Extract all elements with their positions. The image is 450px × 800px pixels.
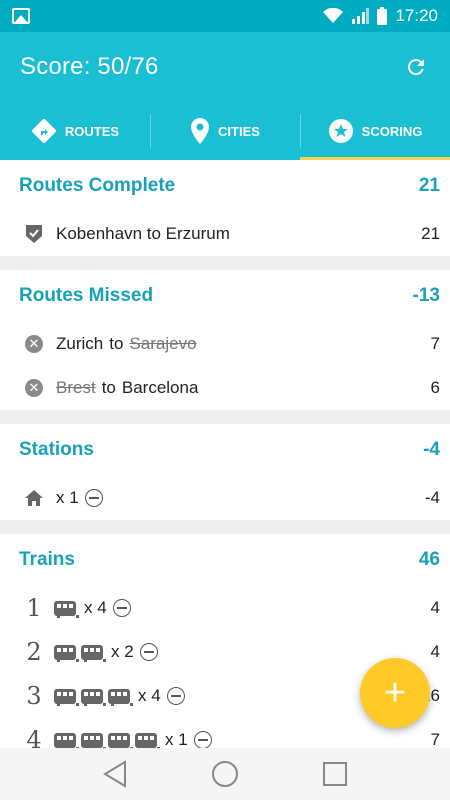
section-total: 46 (418, 549, 440, 570)
route-text: Kobenhavn to Erzurum (56, 224, 230, 243)
route-to-word: to (109, 334, 124, 353)
section-total: -13 (412, 285, 440, 306)
section-header: Stations -4 (0, 424, 450, 476)
section-total: -4 (423, 439, 440, 460)
list-item[interactable]: Kobenhavn to Erzurum 21 (0, 212, 450, 256)
tab-cities[interactable]: CITIES (150, 102, 300, 160)
app-bar: Score: 50/76 (0, 32, 450, 102)
train-points: 4 (430, 642, 440, 661)
train-car-icon (54, 732, 79, 748)
section-title: Routes Complete (19, 175, 176, 196)
station-points: -4 (424, 488, 440, 507)
x-circle-icon: ✕ (24, 334, 44, 354)
list-item[interactable]: x 1 -4 (0, 476, 450, 520)
section-title: Routes Missed (19, 285, 154, 306)
train-car-icon (135, 732, 160, 748)
route-points: 21 (421, 224, 440, 243)
page-title: Score: 50/76 (20, 53, 159, 80)
section-routes-complete: Routes Complete 21 Kobenhavn to Erzurum … (0, 160, 450, 256)
list-item[interactable]: ✕ Zurich to Sarajevo 7 (0, 322, 450, 366)
train-car-icon (54, 644, 79, 662)
tab-scoring[interactable]: SCORING (300, 102, 450, 160)
route-from: Zurich (56, 334, 104, 353)
train-car-icon (54, 688, 79, 706)
section-header: Routes Complete 21 (0, 160, 450, 212)
x-circle-icon: ✕ (24, 378, 44, 398)
section-total: 21 (418, 175, 440, 196)
train-length: 1 (26, 594, 42, 622)
route-points: 6 (430, 378, 440, 397)
train-count: x 4 (84, 598, 107, 617)
system-nav-bar (0, 748, 450, 800)
train-row[interactable]: 1 x 4 4 (0, 586, 450, 630)
location-pin-icon (191, 118, 210, 144)
battery-icon (377, 7, 388, 25)
route-dest: Barcelona (121, 378, 199, 397)
train-length: 3 (26, 682, 42, 710)
train-cars (54, 732, 160, 748)
section-routes-missed: Routes Missed -13 ✕ Zurich to Sarajevo 7… (0, 270, 450, 410)
tab-bar: ROUTES CITIES SCORING (0, 102, 450, 160)
train-length: 2 (26, 638, 42, 666)
section-header: Trains 46 (0, 534, 450, 586)
section-title: Stations (19, 439, 94, 460)
decrement-button[interactable] (139, 643, 158, 661)
station-count: x 1 (56, 488, 79, 507)
recents-square-icon (323, 762, 347, 786)
section-title: Trains (19, 549, 75, 570)
back-button[interactable] (100, 759, 130, 789)
decrement-button[interactable] (193, 731, 212, 748)
route-sign-icon (32, 119, 56, 143)
tab-routes-label: ROUTES (64, 123, 120, 139)
train-count: x 4 (138, 686, 161, 705)
home-button[interactable] (210, 759, 240, 789)
decrement-button[interactable] (84, 489, 103, 507)
list-item[interactable]: ✕ Brest to Barcelona 6 (0, 366, 450, 410)
home-icon (24, 488, 44, 508)
train-car-icon (81, 644, 106, 662)
train-cars (54, 644, 106, 662)
route-to-word: to (101, 378, 116, 397)
route-dest-missed: Sarajevo (129, 334, 197, 353)
home-circle-icon (212, 761, 238, 787)
refresh-icon (407, 59, 424, 76)
train-car-icon (81, 688, 106, 706)
tab-routes[interactable]: ROUTES (0, 102, 150, 160)
train-count: x 1 (165, 730, 188, 748)
add-fab-button[interactable]: + (360, 658, 430, 728)
route-points: 7 (430, 334, 440, 353)
recents-button[interactable] (320, 759, 350, 789)
wifi-icon (323, 8, 344, 23)
train-car-icon (81, 732, 106, 748)
status-time: 17:20 (395, 6, 438, 25)
train-car-icon (108, 688, 133, 706)
tab-cities-label: CITIES (218, 123, 260, 139)
tab-scoring-label: SCORING (361, 123, 423, 139)
train-length: 4 (26, 726, 42, 748)
train-car-icon (54, 600, 79, 618)
image-notification-icon (12, 8, 30, 24)
signal-icon (352, 8, 370, 24)
train-points: 7 (430, 730, 440, 748)
plus-icon: + (383, 671, 407, 714)
decrement-button[interactable] (112, 599, 131, 617)
back-triangle-icon (103, 760, 126, 788)
train-cars (54, 688, 133, 706)
train-points: 4 (430, 598, 440, 617)
refresh-button[interactable] (402, 53, 430, 81)
train-count: x 2 (111, 642, 134, 661)
train-cars (54, 600, 79, 618)
decrement-button[interactable] (166, 687, 185, 705)
star-circle-icon (328, 119, 353, 143)
train-car-icon (108, 732, 133, 748)
check-shield-icon (24, 224, 44, 244)
status-bar: 17:20 (0, 0, 450, 32)
section-header: Routes Missed -13 (0, 270, 450, 322)
section-stations: Stations -4 x 1 -4 (0, 424, 450, 520)
route-from-missed: Brest (56, 378, 96, 397)
